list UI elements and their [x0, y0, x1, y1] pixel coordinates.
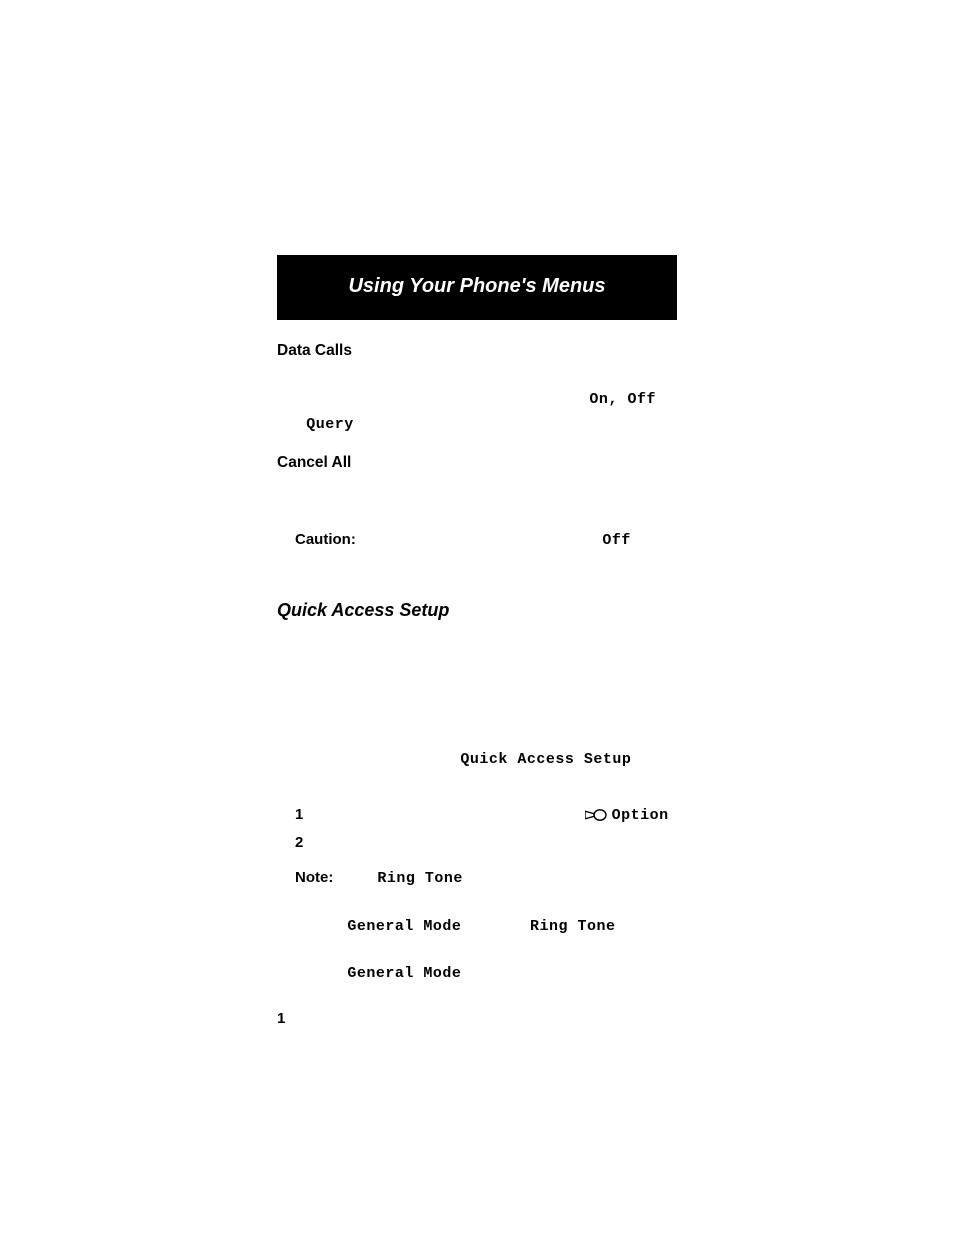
option-general-mode: General Mode — [347, 918, 461, 935]
caution-block: Caution: This does not set all options b… — [277, 528, 677, 576]
list-continuation: 1 Quick Access Feature Available — [277, 1007, 677, 1030]
list-item: 1 Scroll to the feature you want and pre… — [295, 803, 677, 827]
note-body: The Ring Tone option on the Quick Access… — [347, 866, 677, 985]
text: , — [608, 391, 627, 408]
heading-data-calls: Data Calls — [277, 342, 677, 360]
heading-quick-access: Quick Access Setup — [277, 600, 677, 621]
paragraph-quick-access-2: To change the feature assigned to each p… — [277, 724, 677, 795]
option-key-label: Option — [612, 807, 669, 824]
text: only. The — [466, 917, 530, 934]
list-item: 2 Enter the position number for the feat… — [295, 831, 677, 854]
page-title: Using Your Phone's Menus — [348, 275, 605, 297]
paragraph-quick-access-1: You can assign any of the quick access f… — [277, 627, 677, 720]
page-title-bar: Using Your Phone's Menus — [277, 255, 677, 320]
text: This does not set all options back to — [360, 531, 603, 548]
caution-paragraph: Caution: This does not set all options b… — [295, 528, 677, 576]
document-page: Using Your Phone's Menus Data Calls This… — [0, 0, 954, 1235]
paragraph-data-calls: This option allows you to set the Call W… — [277, 364, 677, 436]
option-off: Off — [627, 391, 656, 408]
text: This option cancels all of the call wait… — [277, 479, 654, 519]
step-number: 1 — [277, 1007, 291, 1030]
option-key-icon — [585, 806, 611, 823]
text: . — [673, 806, 677, 823]
caution-label: Caution: — [295, 531, 356, 548]
note-label: Note: — [295, 866, 333, 985]
text: which lets you check the current setting… — [358, 415, 624, 432]
text: You can assign any of the quick access f… — [277, 630, 671, 717]
heading-cancel-all: Cancel All — [277, 454, 677, 472]
text: is your current profile. — [466, 964, 610, 981]
step-number: 1 — [295, 803, 309, 827]
text: Scroll to the feature you want and press — [317, 806, 585, 823]
option-off: Off — [602, 532, 631, 549]
option-on: On — [589, 391, 608, 408]
text: The — [347, 869, 377, 886]
ordered-steps: 1 Scroll to the feature you want and pre… — [277, 803, 677, 855]
paragraph-cancel-all: This option cancels all of the call wait… — [277, 476, 677, 523]
option-quick-access-setup: Quick Access Setup — [460, 751, 631, 768]
option-ring-tone: Ring Tone — [377, 870, 463, 887]
step-body: Scroll to the feature you want and press… — [317, 803, 677, 827]
text: Enter the position number for the featur… — [317, 834, 591, 851]
text: and — [277, 415, 306, 432]
step-body: Enter the position number for the featur… — [317, 831, 591, 854]
option-general-mode: General Mode — [347, 965, 461, 982]
text: Quick Access Feature Available — [299, 1007, 509, 1030]
note-block: Note: The Ring Tone option on the Quick … — [277, 866, 677, 985]
option-ring-tone: Ring Tone — [530, 918, 616, 935]
step-number: 2 — [295, 831, 309, 854]
option-query: Query — [306, 416, 354, 433]
